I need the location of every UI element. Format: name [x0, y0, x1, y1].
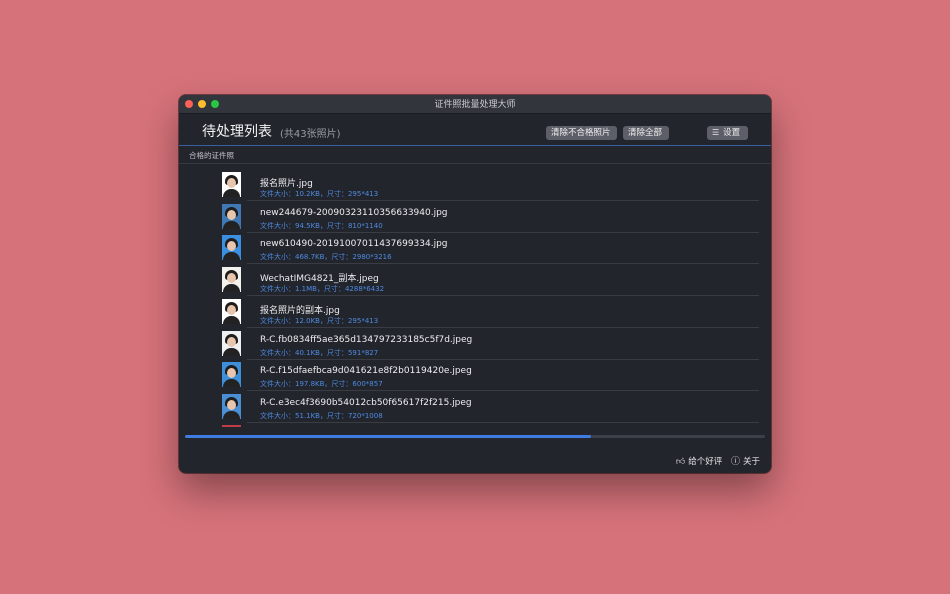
file-list[interactable]: 报名照片.jpg 文件大小：10.2KB，尺寸：295*413 new244679-…	[179, 169, 771, 427]
photo-thumbnail	[222, 235, 241, 261]
clear-all-button[interactable]: 清除全部	[623, 126, 669, 140]
file-meta: 文件大小：12.0KB，尺寸：295*413	[260, 316, 379, 325]
clear-invalid-button[interactable]: 清除不合格照片	[546, 126, 617, 140]
photo-thumbnail	[222, 393, 241, 419]
file-name: 报名照片的副本.jpg	[260, 305, 340, 316]
rate-label: 给个好评	[688, 457, 723, 467]
thumbs-up-icon: 👍︎	[675, 457, 686, 467]
file-name: R-C.fb0834ff5ae365d134797233185c5f7d.jpe…	[260, 334, 473, 345]
file-meta: 文件大小：1.1MB，尺寸：4288*6432	[260, 285, 385, 294]
file-meta: 文件大小：40.1KB，尺寸：591*827	[260, 348, 379, 357]
progress-fill	[185, 435, 591, 438]
rate-button[interactable]: 👍︎ 给个好评	[676, 455, 722, 467]
about-button[interactable]: ⓘ 关于	[731, 454, 760, 467]
file-name: WechatIMG4821_副本.jpeg	[260, 274, 379, 285]
file-row[interactable]: R-C.f15dfaefbca9d041621e8f2b0119420e.jpe…	[179, 359, 771, 392]
settings-label: 设置	[723, 128, 741, 138]
progress-bar	[185, 435, 765, 438]
photo-thumbnail	[222, 203, 241, 229]
photo-thumbnail	[222, 362, 241, 388]
photo-thumbnail	[222, 330, 241, 356]
app-window: 证件照批量处理大师 待处理列表 (共43张照片) 清除不合格照片 清除全部 ☰ 设…	[179, 95, 771, 473]
photo-count: (共43张照片)	[280, 129, 341, 140]
file-row[interactable]: R-C.e3ec4f3690b54012cb50f65617f2f215.jpe…	[179, 391, 771, 423]
row-divider	[247, 421, 759, 423]
file-meta: 文件大小：468.7KB，尺寸：2980*3216	[260, 253, 392, 262]
file-name: new244679-20090323110356633940.jpg	[260, 207, 448, 218]
question-circle-icon: ⓘ	[730, 457, 740, 467]
header-divider	[179, 145, 771, 146]
page-title: 待处理列表	[202, 124, 272, 140]
file-meta: 文件大小：10.2KB，尺寸：295*413	[260, 190, 379, 198]
file-meta: 文件大小：197.8KB，尺寸：600*857	[260, 380, 383, 389]
file-name: R-C.f15dfaefbca9d041621e8f2b0119420e.jpe…	[260, 366, 472, 377]
file-row[interactable]: new610490-20191007011437699334.jpg 文件大小：4…	[179, 232, 771, 265]
photo-thumbnail	[222, 172, 241, 197]
photo-thumbnail	[222, 298, 241, 324]
photo-thumbnail	[222, 267, 241, 293]
file-name: 报名照片.jpg	[260, 179, 313, 189]
file-meta: 文件大小：94.5KB，尺寸：810*1140	[260, 221, 383, 230]
about-label: 关于	[742, 457, 760, 467]
file-name: new610490-20191007011437699334.jpg	[260, 239, 448, 250]
settings-button[interactable]: ☰ 设置	[707, 126, 748, 140]
footer: 👍︎ 给个好评 ⓘ 关于	[670, 454, 760, 467]
file-name: R-C.e3ec4f3690b54012cb50f65617f2f215.jpe…	[260, 397, 472, 408]
partial-thumbnail	[222, 425, 241, 427]
sliders-icon: ☰	[712, 128, 720, 137]
file-row[interactable]: 报名照片的副本.jpg 文件大小：12.0KB，尺寸：295*413	[179, 296, 771, 328]
section-label: 合格的证件照	[189, 151, 234, 160]
section-divider	[179, 163, 771, 164]
file-row[interactable]: new244679-20090323110356633940.jpg 文件大小：9…	[179, 201, 771, 233]
file-meta: 文件大小：51.1KB，尺寸：720*1008	[260, 411, 383, 420]
window-title: 证件照批量处理大师	[434, 100, 516, 110]
file-row[interactable]: R-C.fb0834ff5ae365d134797233185c5f7d.jpe…	[179, 328, 771, 360]
file-row[interactable]: 报名照片.jpg 文件大小：10.2KB，尺寸：295*413	[179, 169, 771, 201]
title-bar[interactable]: 证件照批量处理大师	[179, 95, 771, 114]
file-row[interactable]: WechatIMG4821_副本.jpeg 文件大小：1.1MB，尺寸：4288*…	[179, 264, 771, 297]
